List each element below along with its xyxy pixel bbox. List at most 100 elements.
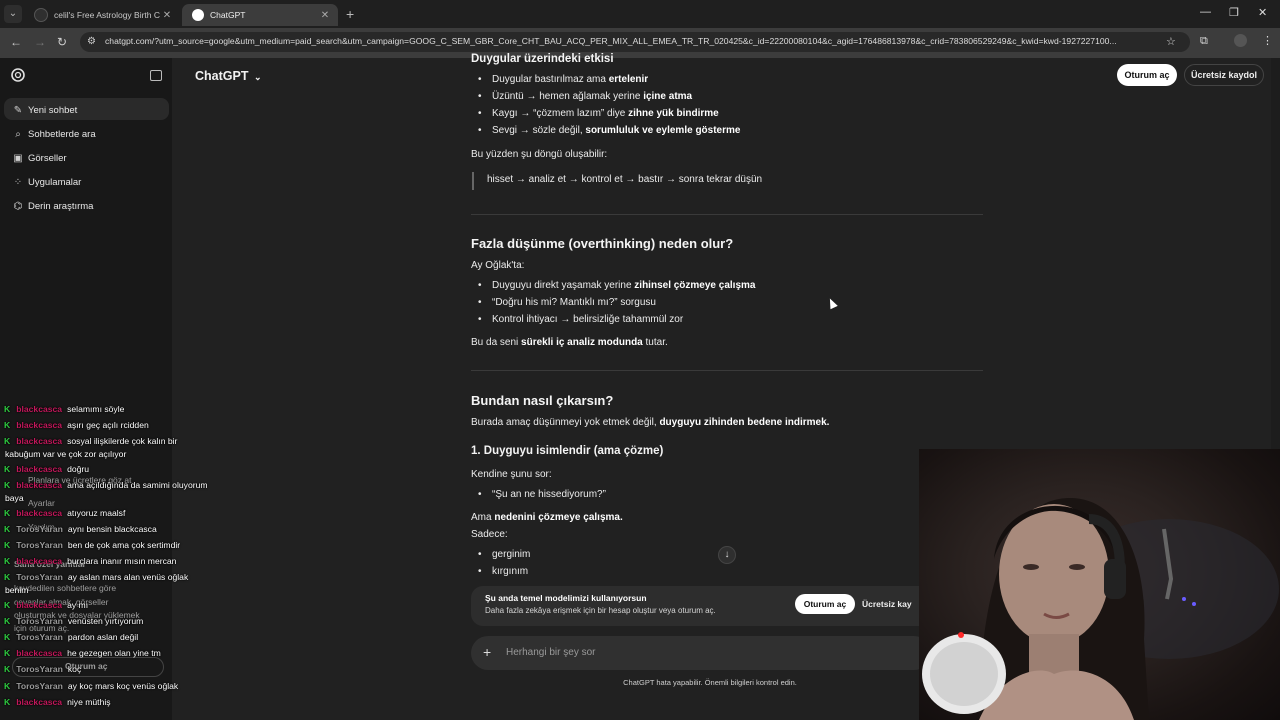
telescope-icon: ⌬: [13, 200, 23, 212]
tab-search-button[interactable]: ⌄: [4, 5, 22, 23]
chat-username[interactable]: TorosYaran: [16, 664, 63, 674]
list-item: “Şu an ne hissediyorum?”: [478, 489, 606, 500]
kick-badge-icon: K: [4, 664, 11, 674]
chat-username[interactable]: TorosYaran: [16, 616, 63, 626]
list-item: Duygular bastırılmaz ama ertelenir: [478, 74, 648, 85]
but-paragraph: Ama nedenini çözmeye çalışma.: [471, 512, 623, 523]
kick-badge-icon: K: [4, 480, 11, 490]
sidebar-item-deep-research[interactable]: ⌬ Derin araştırma: [12, 196, 170, 216]
close-tab-icon[interactable]: ✕: [318, 10, 332, 21]
chat-text-continued: benim: [5, 585, 29, 595]
settings-link[interactable]: Ayarlar: [28, 498, 55, 508]
chat-text: ben de çok ama çok sertimdir: [67, 540, 181, 550]
kick-badge-icon: K: [4, 464, 11, 474]
kick-badge-icon: K: [4, 404, 11, 414]
header-signup-button[interactable]: Ücretsiz kaydol: [1184, 64, 1264, 86]
chat-message: Kblackcasca doğru: [4, 464, 89, 474]
disclaimer-text: ChatGPT hata yapabilir. Önemli bilgileri…: [623, 678, 797, 687]
list-item: Kontrol ihtiyacı → belirsizliğe tahammül…: [478, 314, 683, 325]
sidebar-item-label: Derin araştırma: [28, 200, 94, 212]
chat-username[interactable]: TorosYaran: [16, 572, 63, 582]
list-item: gerginim: [478, 549, 530, 560]
browser-tab-astrology[interactable]: celil's Free Astrology Birth Cha ✕: [24, 4, 180, 26]
chat-username[interactable]: blackcasca: [16, 404, 62, 414]
minimize-icon[interactable]: —: [1200, 6, 1211, 18]
chat-message: K TorosYaran venüsten yırtıyorum: [4, 616, 143, 626]
forward-icon[interactable]: →: [34, 35, 46, 49]
back-icon[interactable]: ←: [10, 35, 22, 49]
model-selector[interactable]: ChatGPT ⌄: [195, 69, 262, 83]
kick-badge-icon: K: [4, 508, 11, 518]
new-tab-icon[interactable]: +: [346, 6, 354, 22]
chat-username[interactable]: TorosYaran: [16, 681, 63, 691]
kick-badge-icon: K: [4, 616, 11, 626]
chat-message: Kblackcasca he gezegen olan yine tm: [4, 648, 161, 658]
attach-plus-icon[interactable]: +: [483, 644, 491, 660]
sidebar-item-label: Sohbetlerde ara: [28, 128, 96, 140]
chat-message: Kblackcasca selamımı söyle: [4, 404, 124, 414]
chat-username[interactable]: blackcasca: [16, 420, 62, 430]
list-item: “Doğru his mi? Mantıklı mı?” sorgusu: [478, 297, 656, 308]
chat-text: ay koç mars koç venüs oğlak: [67, 681, 179, 691]
sidebar-item-new-chat[interactable]: ✎ Yeni sohbet: [12, 100, 170, 120]
profile-avatar[interactable]: [1234, 34, 1247, 47]
kick-badge-icon: K: [4, 436, 11, 446]
chat-message: Kblackcasca sosyal ilişkilerde çok kalın …: [4, 436, 177, 446]
model-name: ChatGPT: [195, 69, 249, 83]
bookmark-star-icon[interactable]: ☆: [1166, 35, 1176, 48]
chat-username[interactable]: blackcasca: [16, 600, 62, 610]
chat-text: aynı bensin blackcasca: [67, 524, 157, 534]
close-tab-icon[interactable]: ✕: [160, 10, 174, 21]
section-heading-overthinking: Fazla düşünme (overthinking) neden olur?: [471, 236, 734, 251]
sidebar-item-apps[interactable]: ⁘ Uygulamalar: [12, 172, 170, 192]
chat-text: he gezegen olan yine tm: [67, 648, 161, 658]
cycle-quote: hisset → analiz et → kontrol et → bastır…: [487, 174, 763, 185]
banner-title: Şu anda temel modelimizi kullanıyorsun: [485, 593, 647, 603]
chat-message: K TorosYaran pardon aslan değil: [4, 632, 138, 642]
chat-username[interactable]: blackcasca: [16, 480, 62, 490]
sidebar-item-search[interactable]: ⌕ Sohbetlerde ara: [12, 124, 170, 144]
menu-dots-icon[interactable]: ⋮: [1262, 34, 1273, 47]
kick-badge-icon: K: [4, 600, 11, 610]
scroll-down-icon[interactable]: ↓: [718, 546, 736, 564]
openai-logo-icon[interactable]: [10, 67, 26, 83]
chat-username[interactable]: blackcasca: [16, 556, 62, 566]
chat-username[interactable]: blackcasca: [16, 508, 62, 518]
sidebar-item-images[interactable]: ▣ Görseller: [12, 148, 170, 168]
chat-username[interactable]: blackcasca: [16, 697, 62, 707]
chat-text-continued: kabuğum var ve çok zor açılıyor: [5, 449, 127, 459]
extensions-icon[interactable]: ⧉: [1200, 35, 1208, 48]
reload-icon[interactable]: ↻: [57, 35, 67, 49]
window-close-icon[interactable]: ✕: [1258, 6, 1267, 19]
chat-text: selamımı söyle: [67, 404, 125, 414]
chat-text: pardon aslan değil: [67, 632, 139, 642]
chat-message: Kblackcasca atıyoruz maalsf: [4, 508, 125, 518]
kick-badge-icon: K: [4, 697, 11, 707]
chat-message: K TorosYaran aynı bensin blackcasca: [4, 524, 157, 534]
section-heading-emotions: Duygular üzerindeki etkisi: [471, 53, 614, 65]
site-info-icon[interactable]: ⚙: [87, 36, 96, 47]
chat-username[interactable]: TorosYaran: [16, 524, 63, 534]
list-item: Sevgi → sözle değil, sorumluluk ve eylem…: [478, 125, 740, 136]
chat-message: K TorosYaran ben de çok ama çok sertimdir: [4, 540, 180, 550]
toggle-sidebar-icon[interactable]: [150, 70, 162, 81]
chat-message: Kblackcasca aşırı geç açılı rcidden: [4, 420, 149, 430]
header-login-button[interactable]: Oturum aç: [1117, 64, 1177, 86]
chat-text: ay mı: [67, 600, 89, 610]
prompt-input[interactable]: Herhangi bir şey sor: [506, 647, 595, 658]
tab-title: celil's Free Astrology Birth Cha: [54, 10, 160, 20]
chat-text: niye müthiş: [67, 697, 111, 707]
chat-message: K TorosYaran ay aslan mars alan venüs oğla…: [4, 572, 188, 582]
maximize-icon[interactable]: ❐: [1229, 6, 1239, 19]
browser-tab-chatgpt[interactable]: ChatGPT ✕: [182, 4, 338, 26]
chat-username[interactable]: TorosYaran: [16, 540, 63, 550]
chat-message: Kblackcasca ama açıldığında da samimi olu…: [4, 480, 208, 490]
chat-username[interactable]: blackcasca: [16, 648, 62, 658]
chat-message: K TorosYaran ay koç mars koç venüs oğlak: [4, 681, 178, 691]
chat-username[interactable]: TorosYaran: [16, 632, 63, 642]
divider: [471, 214, 983, 215]
banner-login-button[interactable]: Oturum aç: [795, 594, 855, 614]
chat-username[interactable]: blackcasca: [16, 436, 62, 446]
chat-username[interactable]: blackcasca: [16, 464, 62, 474]
url-text[interactable]: chatgpt.com/?utm_source=google&utm_mediu…: [105, 36, 1160, 50]
